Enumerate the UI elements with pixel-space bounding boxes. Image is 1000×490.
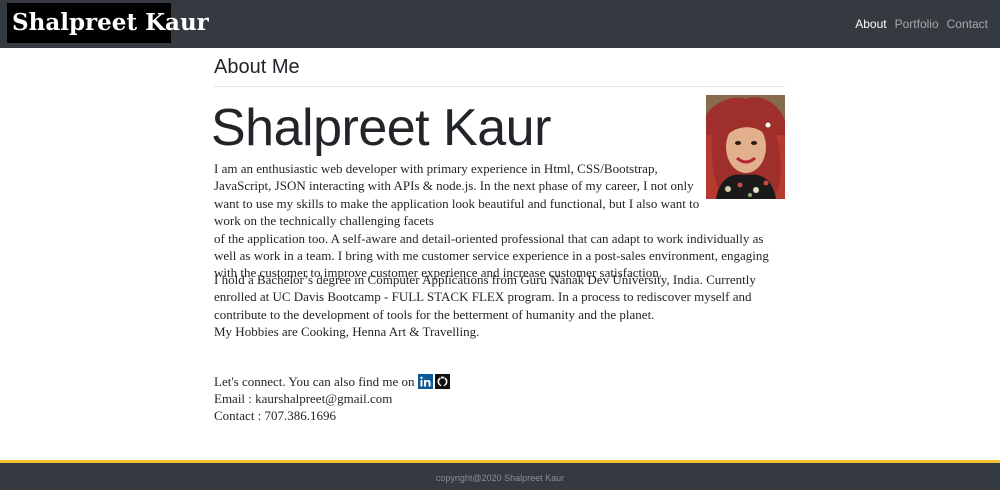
bio-text-part1: I am an enthusiastic web developer with … bbox=[214, 161, 700, 229]
connect-section: Let's connect. You can also find me on E… bbox=[214, 373, 450, 425]
nav-portfolio[interactable]: Portfolio bbox=[895, 17, 939, 31]
footer-copyright: copyright@2020 Shalpreet Kaur bbox=[435, 473, 565, 483]
display-name: Shalpreet Kaur bbox=[211, 99, 551, 157]
contact-line: Contact : 707.386.1696 bbox=[214, 408, 337, 424]
email-line: Email : kaurshalpreet@gmail.com bbox=[214, 391, 393, 406]
education-text: I hold a Bachelor’s degree in Computer A… bbox=[214, 272, 756, 322]
bio-paragraph: I am an enthusiastic web developer with … bbox=[214, 160, 785, 282]
education-paragraph: I hold a Bachelor’s degree in Computer A… bbox=[214, 271, 785, 341]
hobbies-text: My Hobbies are Cooking, Henna Art & Trav… bbox=[214, 324, 480, 340]
divider bbox=[214, 86, 785, 87]
navbar: Shalpreet Kaur About Portfolio Contact bbox=[0, 0, 1000, 48]
nav-links: About Portfolio Contact bbox=[855, 17, 988, 31]
connect-line: Let's connect. You can also find me on bbox=[214, 373, 450, 390]
github-icon[interactable] bbox=[434, 374, 450, 389]
section-title: About Me bbox=[214, 56, 300, 78]
connect-text: Let's connect. You can also find me on bbox=[214, 373, 415, 389]
linkedin-icon[interactable] bbox=[417, 374, 433, 389]
footer: copyright@2020 Shalpreet Kaur bbox=[0, 460, 1000, 490]
brand-logo[interactable]: Shalpreet Kaur bbox=[7, 3, 209, 43]
nav-about[interactable]: About bbox=[855, 17, 886, 31]
nav-contact[interactable]: Contact bbox=[947, 17, 988, 31]
